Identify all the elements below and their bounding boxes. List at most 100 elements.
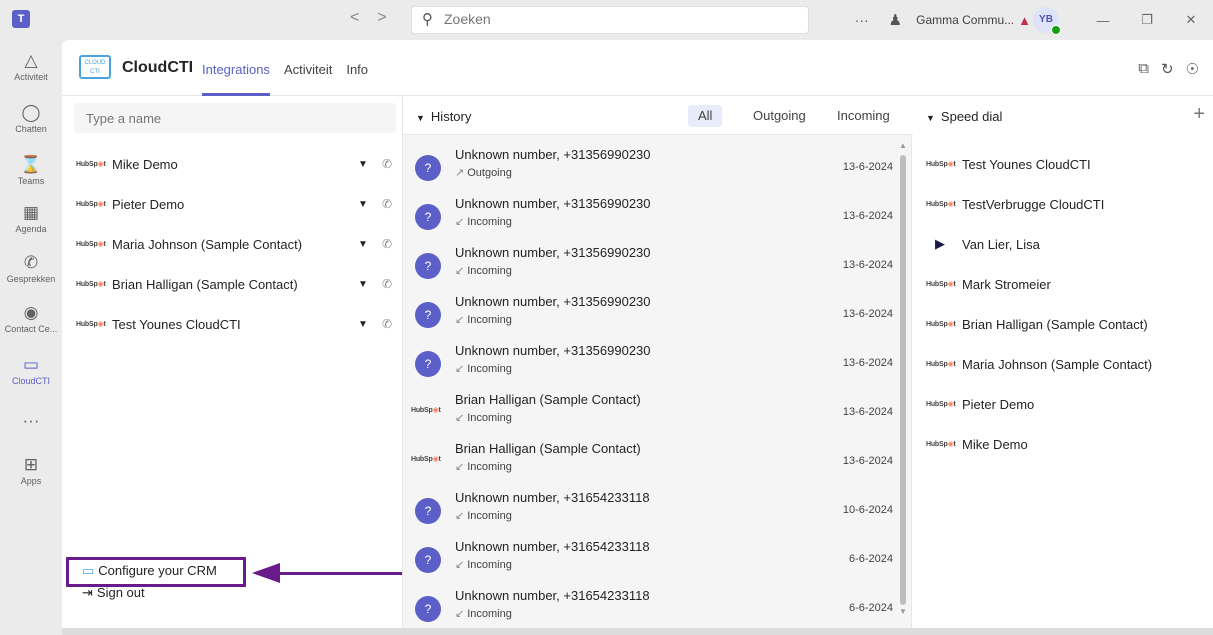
tab-activity[interactable]: Activiteit	[284, 62, 332, 96]
list-item[interactable]: HubSp◉t Test Younes CloudCTI ▼ ✆	[76, 313, 396, 335]
sign-out-link[interactable]: ⇥ Sign out	[82, 585, 145, 601]
crm-open-icon[interactable]: ▼	[358, 319, 376, 330]
warning-icon: ▲	[1018, 12, 1031, 28]
call-direction-icon: ↙	[455, 363, 465, 375]
caller-name: Unknown number, +31356990230	[455, 196, 651, 211]
call-direction-icon: ↙	[455, 559, 465, 571]
rail-item-activity[interactable]: △ Activiteit	[0, 50, 62, 82]
teams-logo-icon: T	[12, 10, 30, 28]
forward-button[interactable]: >	[377, 9, 386, 27]
table-row[interactable]: ? Unknown number, +31654233118 ↙ Incoming 6-…	[411, 584, 903, 632]
table-row[interactable]: ? Unknown number, +31654233118 ↙ Incoming 6-…	[411, 535, 903, 583]
scroll-up-icon[interactable]: ▲	[899, 141, 907, 150]
table-row[interactable]: ? Unknown number, +31356990230 ↙ Incoming 13…	[411, 192, 903, 240]
table-row[interactable]: ? Unknown number, +31356990230 ↙ Incoming 13…	[411, 339, 903, 387]
list-item[interactable]: HubSp◉t Mike Demo ▼ ✆	[76, 153, 396, 175]
org-name[interactable]: Gamma Commu...	[916, 13, 1014, 27]
table-row[interactable]: HubSp◉t Brian Halligan (Sample Contact) ↙ I…	[411, 437, 903, 485]
people-icon[interactable]: ♟	[889, 11, 902, 29]
crm-open-icon[interactable]: ▼	[358, 279, 376, 290]
contact-name: Mike Demo	[112, 156, 178, 172]
list-item[interactable]: HubSp◉t Brian Halligan (Sample Contact)	[926, 313, 1206, 335]
close-window-button[interactable]: ✕	[1169, 12, 1213, 28]
crm-open-icon[interactable]: ▼	[358, 159, 376, 170]
rail-item-teams[interactable]: ⌛ Teams	[0, 154, 62, 186]
rail-label: Agenda	[15, 224, 47, 234]
app-tabs: Integrations Activiteit Info	[202, 62, 368, 96]
back-button[interactable]: <	[350, 9, 359, 27]
rail-item-calls[interactable]: ✆ Gesprekken	[0, 252, 62, 284]
table-row[interactable]: ? Unknown number, +31356990230 ↙ Incoming 13…	[411, 241, 903, 289]
contact-name: Maria Johnson (Sample Contact)	[112, 236, 303, 252]
list-item[interactable]: HubSp◉t Maria Johnson (Sample Contact) ▼…	[76, 233, 396, 255]
rail-item-contact-center[interactable]: ◉ Contact Ce...	[0, 302, 62, 334]
phone-icon[interactable]: ✆	[382, 317, 396, 331]
rail-label: Chatten	[15, 124, 47, 134]
table-row[interactable]: ? Unknown number, +31356990230 ↗ Outgoing 13…	[411, 143, 903, 191]
rail-item-chat[interactable]: ◯ Chatten	[0, 102, 62, 134]
global-search[interactable]: ⚲	[411, 6, 809, 34]
list-item[interactable]: HubSp◉t Pieter Demo	[926, 393, 1206, 415]
rail-item-apps[interactable]: ⊞ Apps	[0, 454, 62, 486]
phone-icon[interactable]: ✆	[382, 237, 396, 251]
hubspot-logo: HubSp◉t	[411, 456, 441, 463]
scrollbar-thumb[interactable]	[900, 155, 906, 605]
rail-item-more[interactable]: ···	[0, 410, 62, 432]
list-item[interactable]: HubSp◉t Pieter Demo ▼ ✆	[76, 193, 396, 215]
speed-dial-name: Brian Halligan (Sample Contact)	[962, 316, 1148, 332]
minimize-button[interactable]: —	[1081, 13, 1125, 28]
tab-info[interactable]: Info	[346, 62, 368, 96]
add-speed-dial-button[interactable]: +	[1193, 103, 1205, 126]
caller-name: Unknown number, +31654233118	[455, 588, 650, 603]
scroll-down-icon[interactable]: ▼	[899, 607, 907, 616]
filter-outgoing[interactable]: Outgoing	[743, 105, 816, 127]
table-row[interactable]: ? Unknown number, +31356990230 ↙ Incoming 13…	[411, 290, 903, 338]
table-row[interactable]: ? Unknown number, +31654233118 ↙ Incoming 10…	[411, 486, 903, 534]
phone-icon[interactable]: ✆	[382, 157, 396, 171]
crm-open-icon[interactable]: ▼	[358, 239, 376, 250]
call-direction-icon: ↙	[455, 608, 465, 620]
list-item[interactable]: HubSp◉t Maria Johnson (Sample Contact)	[926, 353, 1206, 375]
cloudcti-icon: ▭	[22, 355, 40, 374]
phone-icon[interactable]: ✆	[382, 277, 396, 291]
phone-icon[interactable]: ✆	[382, 197, 396, 211]
rail-item-calendar[interactable]: ▦ Agenda	[0, 202, 62, 234]
nav-arrows: < >	[350, 9, 387, 27]
list-item[interactable]: HubSp◉t Brian Halligan (Sample Contact) …	[76, 273, 396, 295]
refresh-icon[interactable]: ↻	[1161, 60, 1174, 78]
calendar-icon: ▦	[22, 203, 40, 222]
dynamics-logo-icon: ▶	[935, 236, 945, 251]
unknown-caller-avatar: ?	[415, 253, 441, 279]
history-title[interactable]: ▼ History	[416, 109, 471, 124]
more-options-button[interactable]: ···	[855, 12, 879, 28]
list-item[interactable]: ▶ Van Lier, Lisa	[926, 233, 1206, 255]
contact-search-input[interactable]	[74, 103, 396, 133]
filter-incoming[interactable]: Incoming	[827, 105, 900, 127]
popout-icon[interactable]: ⧉	[1138, 60, 1149, 78]
history-header: ▼ History All Outgoing Incoming	[403, 97, 913, 135]
list-item[interactable]: HubSp◉t TestVerbrugge CloudCTI	[926, 193, 1206, 215]
history-title-label: History	[430, 109, 472, 124]
unknown-caller-avatar: ?	[415, 596, 441, 622]
app-header: CLOUD CTI CloudCTI Integrations Activite…	[62, 40, 1213, 96]
rail-item-cloudcti[interactable]: ▭ CloudCTI	[0, 354, 62, 386]
caller-name: Unknown number, +31654233118	[455, 490, 650, 505]
call-direction: ↙ Incoming	[455, 362, 512, 375]
caller-name: Unknown number, +31654233118	[455, 539, 650, 554]
filter-all[interactable]: All	[688, 105, 723, 127]
speed-dial-title[interactable]: ▼ Speed dial	[926, 109, 1002, 124]
history-scrollbar[interactable]: ▲ ▼	[899, 141, 907, 617]
call-direction: ↙ Incoming	[455, 509, 512, 522]
restore-button[interactable]: ❐	[1125, 12, 1169, 28]
configure-crm-link[interactable]: ▭ Configure your CRM	[82, 563, 217, 579]
table-row[interactable]: HubSp◉t Brian Halligan (Sample Contact) ↙ I…	[411, 388, 903, 436]
list-item[interactable]: HubSp◉t Mark Stromeier	[926, 273, 1206, 295]
global-search-input[interactable]	[444, 11, 784, 27]
list-item[interactable]: HubSp◉t Mike Demo	[926, 433, 1206, 455]
call-date: 13-6-2024	[842, 357, 893, 369]
list-item[interactable]: HubSp◉t Test Younes CloudCTI	[926, 153, 1206, 175]
tab-integrations[interactable]: Integrations	[202, 62, 270, 96]
crm-open-icon[interactable]: ▼	[358, 199, 376, 210]
shield-icon[interactable]: ☉	[1186, 60, 1199, 78]
avatar[interactable]: YB	[1033, 7, 1061, 35]
